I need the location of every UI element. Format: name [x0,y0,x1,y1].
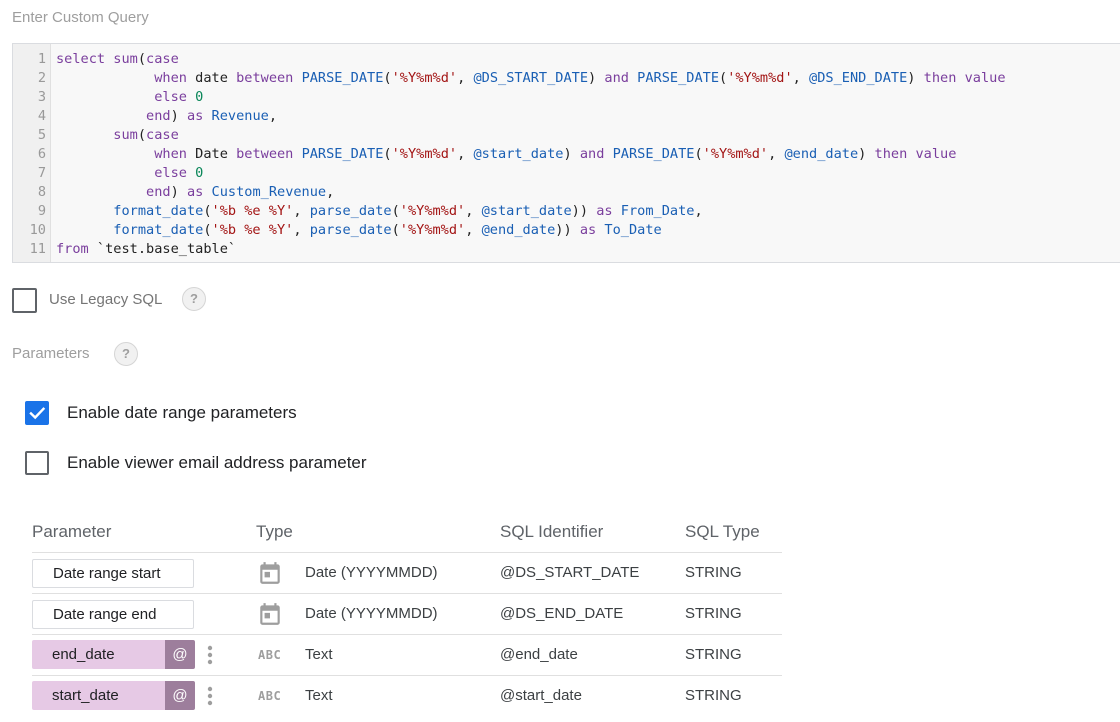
line-number: 8 [37,184,46,200]
param-sql-type: STRING [685,564,742,581]
calendar-icon [260,562,280,584]
header-sql-type: SQL Type [685,522,760,541]
line-number: 9 [37,203,46,219]
param-sql-type: STRING [685,605,742,622]
code-text[interactable]: select sum(case [56,50,179,69]
code-line[interactable]: 10 format_date('%b %e %Y', parse_date('%… [13,221,662,240]
param-sql-type: STRING [685,646,742,663]
param-type: Text [305,646,333,663]
code-text[interactable]: sum(case [56,126,179,145]
line-number: 10 [29,222,46,238]
line-number: 3 [37,89,46,105]
code-line[interactable]: 9 format_date('%b %e %Y', parse_date('%Y… [13,202,703,221]
code-line[interactable]: 2 when date between PARSE_DATE('%Y%m%d',… [13,69,1006,88]
code-text[interactable]: when date between PARSE_DATE('%Y%m%d', @… [56,69,1005,88]
viewer-email-checkbox[interactable] [25,451,49,475]
abc-icon: ABC [258,689,282,703]
code-line[interactable]: 4 end) as Revenue, [13,107,277,126]
sql-editor[interactable]: 1 select sum(case 2 when date between PAR… [12,43,1120,263]
param-type: Text [305,687,333,704]
custom-query-title: Enter Custom Query [12,9,149,26]
line-number: 7 [37,165,46,181]
code-text[interactable]: when Date between PARSE_DATE('%Y%m%d', @… [56,145,956,164]
legacy-sql-label: Use Legacy SQL [49,291,163,308]
param-type: Date (YYYYMMDD) [305,564,438,581]
legacy-sql-checkbox[interactable] [12,288,37,313]
code-text[interactable]: end) as Revenue, [56,107,277,126]
more-vert-icon[interactable] [204,681,216,710]
param-name-field[interactable]: start_date [32,681,165,710]
param-name-field[interactable]: end_date [32,640,165,669]
header-parameter: Parameter [32,522,112,541]
line-number: 1 [37,51,46,67]
legacy-sql-help-icon[interactable]: ? [182,287,206,311]
at-button[interactable]: @ [165,640,195,669]
abc-icon: ABC [258,648,282,662]
divider [32,593,782,594]
line-number: 4 [37,108,46,124]
code-line[interactable]: 1 select sum(case [13,50,179,69]
code-line[interactable]: 6 when Date between PARSE_DATE('%Y%m%d',… [13,145,957,164]
date-range-checkbox[interactable] [25,401,49,425]
param-identifier: @DS_END_DATE [500,605,624,622]
line-number: 5 [37,127,46,143]
code-line[interactable]: 5 sum(case [13,126,179,145]
code-line[interactable]: 11 from `test.base_table` [13,240,236,259]
param-identifier: @end_date [500,646,578,663]
viewer-email-label: Enable viewer email address parameter [67,453,367,472]
divider [32,675,782,676]
code-line[interactable]: 3 else 0 [13,88,204,107]
code-text[interactable]: format_date('%b %e %Y', parse_date('%Y%m… [56,221,661,240]
at-button[interactable]: @ [165,681,195,710]
parameters-help-icon[interactable]: ? [114,342,138,366]
code-text[interactable]: else 0 [56,164,203,183]
param-type: Date (YYYYMMDD) [305,605,438,622]
header-type: Type [256,522,293,541]
custom-query-panel: Enter Custom Query 1 select sum(case 2 wh… [0,0,1120,722]
code-text[interactable]: from `test.base_table` [56,240,236,259]
param-name-field[interactable]: Date range end [32,600,194,629]
param-identifier: @start_date [500,687,582,704]
header-sql-identifier: SQL Identifier [500,522,604,541]
code-text[interactable]: else 0 [56,88,203,107]
date-range-label: Enable date range parameters [67,403,297,422]
code-text[interactable]: end) as Custom_Revenue, [56,183,334,202]
parameters-title: Parameters [12,345,90,362]
param-sql-type: STRING [685,687,742,704]
calendar-icon [260,603,280,625]
divider [32,634,782,635]
code-line[interactable]: 8 end) as Custom_Revenue, [13,183,334,202]
code-line[interactable]: 7 else 0 [13,164,204,183]
line-number: 11 [29,241,46,257]
checkmark-icon [29,407,46,420]
divider [32,552,782,553]
param-identifier: @DS_START_DATE [500,564,640,581]
param-name-field[interactable]: Date range start [32,559,194,588]
line-number: 6 [37,146,46,162]
code-text[interactable]: format_date('%b %e %Y', parse_date('%Y%m… [56,202,702,221]
more-vert-icon[interactable] [204,640,216,669]
line-number: 2 [37,70,46,86]
